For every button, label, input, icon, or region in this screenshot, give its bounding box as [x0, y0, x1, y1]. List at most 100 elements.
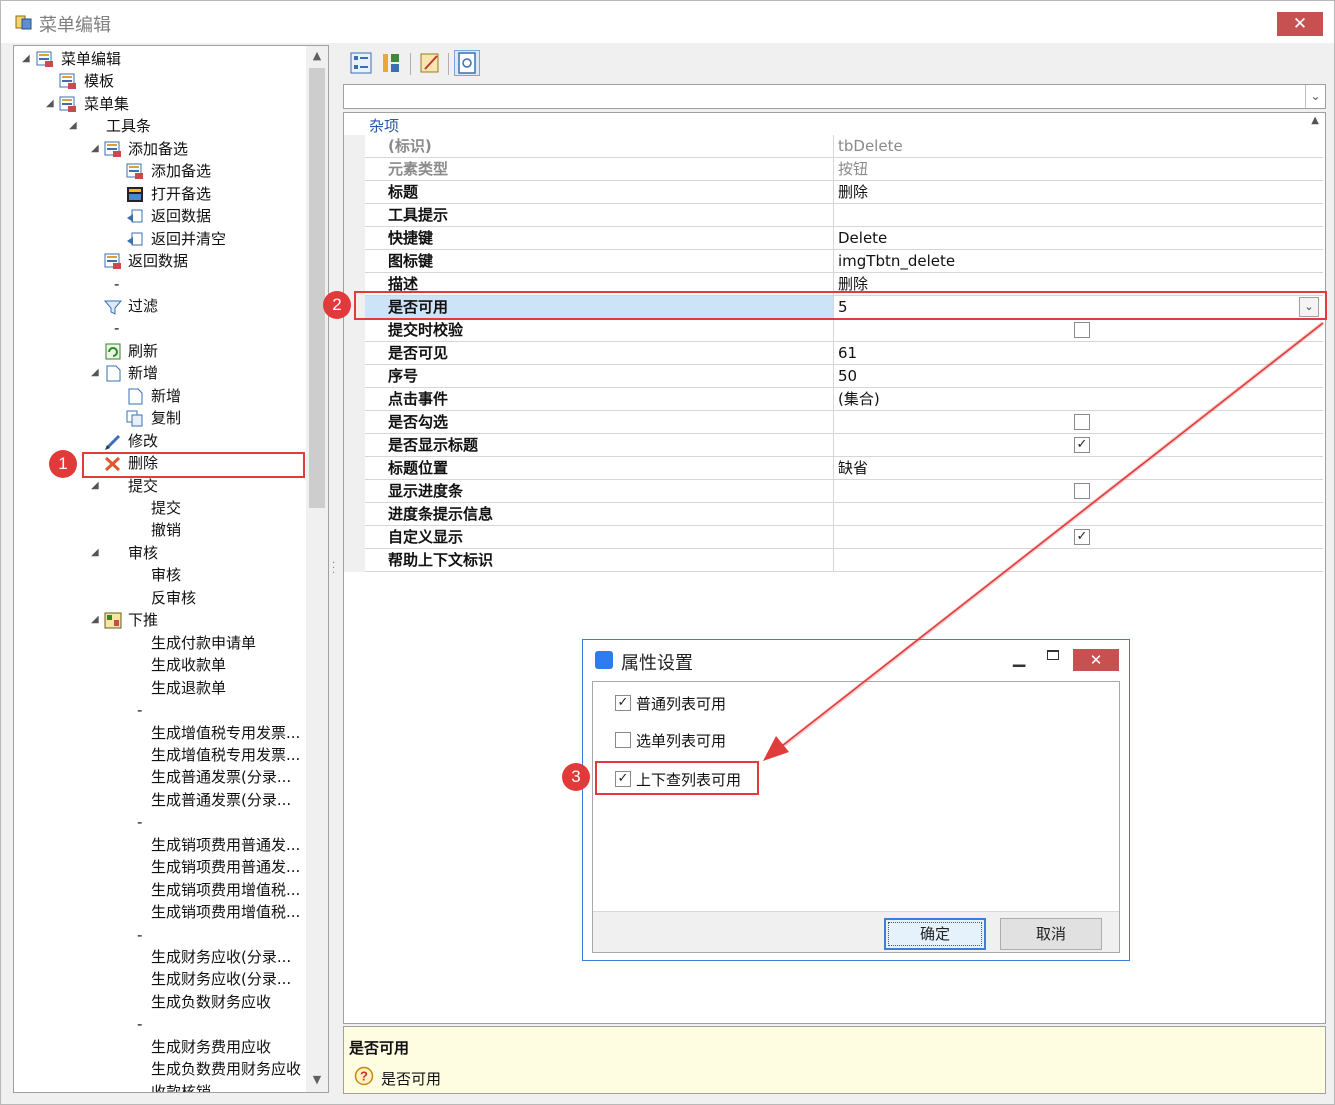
property-name[interactable]: 自定义显示 — [365, 526, 834, 548]
tree-scrollbar[interactable]: ▲ ▼ — [306, 46, 328, 1092]
tree-node[interactable]: 打开备选 — [14, 183, 304, 205]
property-value[interactable]: tbDelete — [838, 135, 1318, 157]
tree-node[interactable]: ◢ 审核 — [14, 542, 304, 564]
tree-node[interactable]: 刷新 — [14, 340, 304, 362]
tree-node[interactable]: 新增 — [14, 385, 304, 407]
property-name[interactable]: 快捷键 — [365, 227, 834, 249]
property-value[interactable]: 61 — [838, 342, 1318, 364]
tree-node[interactable]: 生成付款申请单 — [14, 632, 304, 654]
tree-node[interactable]: 收款核销 — [14, 1081, 304, 1092]
chevron-down-icon[interactable]: ⌄ — [1305, 85, 1325, 108]
tree-node[interactable]: 生成负数费用财务应收 — [14, 1058, 304, 1080]
property-row[interactable]: 是否显示标题 ✓ — [365, 434, 1323, 457]
tree-node[interactable]: 生成财务费用应收 — [14, 1036, 304, 1058]
property-pages-button[interactable] — [417, 50, 443, 76]
tree-node[interactable]: 生成退款单 — [14, 677, 304, 699]
expand-arrow-icon[interactable]: ◢ — [91, 138, 99, 160]
property-row[interactable]: 序号 50 — [365, 365, 1323, 388]
tree-node[interactable]: 复制 — [14, 407, 304, 429]
tree-node[interactable]: 生成销项费用普通发... — [14, 834, 304, 856]
property-row[interactable]: 工具提示 — [365, 204, 1323, 227]
tree-node[interactable]: - — [14, 924, 304, 946]
categorized-button[interactable] — [348, 50, 374, 76]
property-value[interactable]: ✓ — [838, 526, 1318, 548]
tree-node[interactable]: 生成销项费用增值税... — [14, 901, 304, 923]
scroll-up-icon[interactable]: ▲ — [306, 46, 328, 66]
property-name[interactable]: 图标键 — [365, 250, 834, 272]
property-value[interactable] — [838, 503, 1318, 525]
property-value[interactable]: 50 — [838, 365, 1318, 387]
property-name[interactable]: 标题位置 — [365, 457, 834, 479]
property-checkbox[interactable] — [1074, 322, 1090, 338]
property-name[interactable]: 帮助上下文标识 — [365, 549, 834, 571]
property-name[interactable]: 进度条提示信息 — [365, 503, 834, 525]
sort-alpha-button[interactable] — [378, 50, 404, 76]
tree-node[interactable]: 生成负数财务应收 — [14, 991, 304, 1013]
category-header[interactable]: 杂项 ▲ — [344, 113, 1325, 135]
tree-node[interactable]: ◢ 添加备选 — [14, 138, 304, 160]
property-value[interactable]: 按钮 — [838, 158, 1318, 180]
scroll-thumb[interactable] — [309, 68, 325, 508]
collapse-icon[interactable]: ▲ — [1311, 115, 1319, 126]
tree-node[interactable]: 生成增值税专用发票... — [14, 722, 304, 744]
property-value[interactable] — [838, 411, 1318, 433]
property-row[interactable]: 显示进度条 — [365, 480, 1323, 503]
tree-node[interactable]: 生成普通发票(分录... — [14, 789, 304, 811]
expand-arrow-icon[interactable]: ◢ — [91, 362, 99, 384]
tree-node[interactable]: - — [14, 1013, 304, 1035]
property-row[interactable]: 自定义显示 ✓ — [365, 526, 1323, 549]
property-name[interactable]: 工具提示 — [365, 204, 834, 226]
property-row[interactable]: 帮助上下文标识 — [365, 549, 1323, 572]
expand-arrow-icon[interactable]: ◢ — [91, 542, 99, 564]
tree-node[interactable]: 生成收款单 — [14, 654, 304, 676]
property-checkbox[interactable] — [1074, 483, 1090, 499]
property-name[interactable]: 点击事件 — [365, 388, 834, 410]
property-name[interactable]: 元素类型 — [365, 158, 834, 180]
expand-arrow-icon[interactable]: ◢ — [46, 93, 54, 115]
tree-node[interactable]: 撤销 — [14, 519, 304, 541]
expand-arrow-icon[interactable]: ◢ — [22, 48, 30, 70]
property-name[interactable]: (标识) — [365, 135, 834, 157]
property-row[interactable]: 元素类型 按钮 — [365, 158, 1323, 181]
menu-tree[interactable]: ◢ 菜单编辑 模板 ◢ 菜单集 ◢ 工具条 ◢ 添加备选 添加备选 打开备选 返回数据 返回并清空 返回数… — [13, 45, 329, 1093]
tree-node[interactable]: - — [14, 317, 304, 339]
property-row[interactable]: 是否可见 61 — [365, 342, 1323, 365]
property-name[interactable]: 是否勾选 — [365, 411, 834, 433]
properties-button[interactable] — [454, 50, 480, 76]
property-name[interactable]: 是否可见 — [365, 342, 834, 364]
property-value[interactable]: Delete — [838, 227, 1318, 249]
property-checkbox[interactable]: ✓ — [1074, 437, 1090, 453]
property-row[interactable]: 图标键 imgTbtn_delete — [365, 250, 1323, 273]
property-row[interactable]: 进度条提示信息 — [365, 503, 1323, 526]
window-close-button[interactable]: ✕ — [1277, 12, 1323, 36]
tree-node[interactable]: 提交 — [14, 497, 304, 519]
property-row[interactable]: 提交时校验 — [365, 319, 1323, 342]
scroll-down-icon[interactable]: ▼ — [306, 1070, 328, 1090]
property-row[interactable]: 标题 删除 — [365, 181, 1323, 204]
tree-node[interactable]: 生成财务应收(分录... — [14, 946, 304, 968]
property-value[interactable]: imgTbtn_delete — [838, 250, 1318, 272]
tree-node[interactable]: - — [14, 811, 304, 833]
property-value[interactable] — [838, 319, 1318, 341]
cancel-button[interactable]: 取消 — [1000, 918, 1102, 950]
tree-node[interactable]: 生成增值税专用发票... — [14, 744, 304, 766]
tree-node[interactable]: ◢ 新增 — [14, 362, 304, 384]
property-name[interactable]: 标题 — [365, 181, 834, 203]
ok-button[interactable]: 确定 — [884, 918, 986, 950]
property-row[interactable]: 点击事件 (集合) — [365, 388, 1323, 411]
expand-arrow-icon[interactable]: ◢ — [69, 115, 77, 137]
property-value[interactable]: 删除 — [838, 181, 1318, 203]
maximize-button[interactable] — [1047, 650, 1059, 660]
tree-node[interactable]: 返回数据 — [14, 250, 304, 272]
tree-node[interactable]: 添加备选 — [14, 160, 304, 182]
property-checkbox[interactable] — [1074, 414, 1090, 430]
property-name[interactable]: 是否显示标题 — [365, 434, 834, 456]
property-row[interactable]: 快捷键 Delete — [365, 227, 1323, 250]
dialog-close-button[interactable]: ✕ — [1073, 649, 1119, 671]
property-value[interactable] — [838, 480, 1318, 502]
tree-node[interactable]: - — [14, 273, 304, 295]
tree-node[interactable]: 修改 — [14, 430, 304, 452]
tree-node[interactable]: 返回数据 — [14, 205, 304, 227]
property-row[interactable]: (标识) tbDelete — [365, 135, 1323, 158]
tree-node[interactable]: 生成财务应收(分录... — [14, 968, 304, 990]
